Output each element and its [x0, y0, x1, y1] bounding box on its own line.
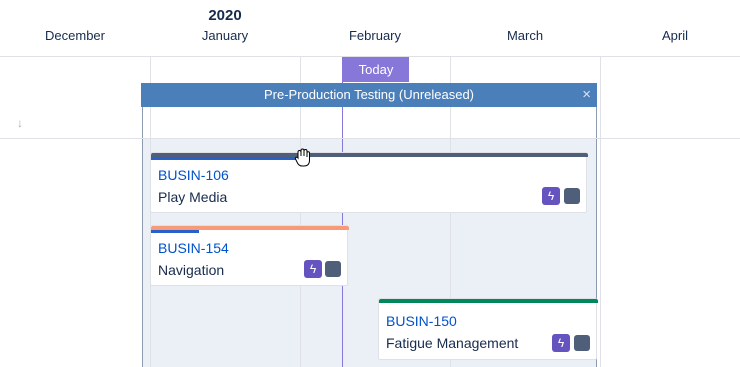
month-december: December — [45, 28, 105, 43]
issue-card[interactable]: BUSIN-154 Navigation ϟ — [150, 225, 349, 286]
lightning-icon: ϟ — [552, 334, 570, 352]
release-start-line — [142, 107, 143, 367]
today-marker[interactable]: Today — [343, 57, 409, 82]
issue-key-link[interactable]: BUSIN-154 — [158, 240, 229, 256]
arrow-down-icon[interactable]: ↓ — [17, 116, 23, 130]
month-january: January — [201, 28, 249, 43]
square-icon — [564, 188, 580, 204]
lightning-icon: ϟ — [304, 260, 322, 278]
issue-card[interactable]: BUSIN-150 Fatigue Management ϟ — [378, 298, 598, 360]
square-icon — [574, 335, 590, 351]
release-label: Pre-Production Testing (Unreleased) — [263, 87, 475, 102]
grid-line-april — [600, 56, 601, 367]
issue-title: Fatigue Management — [386, 335, 519, 351]
release-bar[interactable]: Pre-Production Testing (Unreleased) × — [141, 83, 597, 107]
square-icon — [325, 261, 341, 277]
issue-key-link[interactable]: BUSIN-150 — [386, 313, 457, 329]
month-april: April — [661, 28, 688, 43]
month-march: March — [506, 28, 544, 43]
lightning-icon: ϟ — [542, 187, 560, 205]
progress-bar — [151, 157, 308, 160]
issue-title: Play Media — [158, 189, 228, 205]
issue-key-link[interactable]: BUSIN-106 — [158, 167, 229, 183]
issue-card[interactable]: BUSIN-106 Play Media ϟ — [150, 152, 588, 213]
card-top-bar — [379, 299, 598, 303]
grab-cursor-icon — [294, 148, 310, 167]
issue-title: Navigation — [158, 262, 225, 278]
month-february: February — [348, 28, 402, 43]
year-label: 2020 — [208, 7, 242, 24]
progress-bar — [151, 230, 199, 233]
section-divider — [0, 138, 740, 139]
close-icon[interactable]: × — [582, 83, 591, 107]
